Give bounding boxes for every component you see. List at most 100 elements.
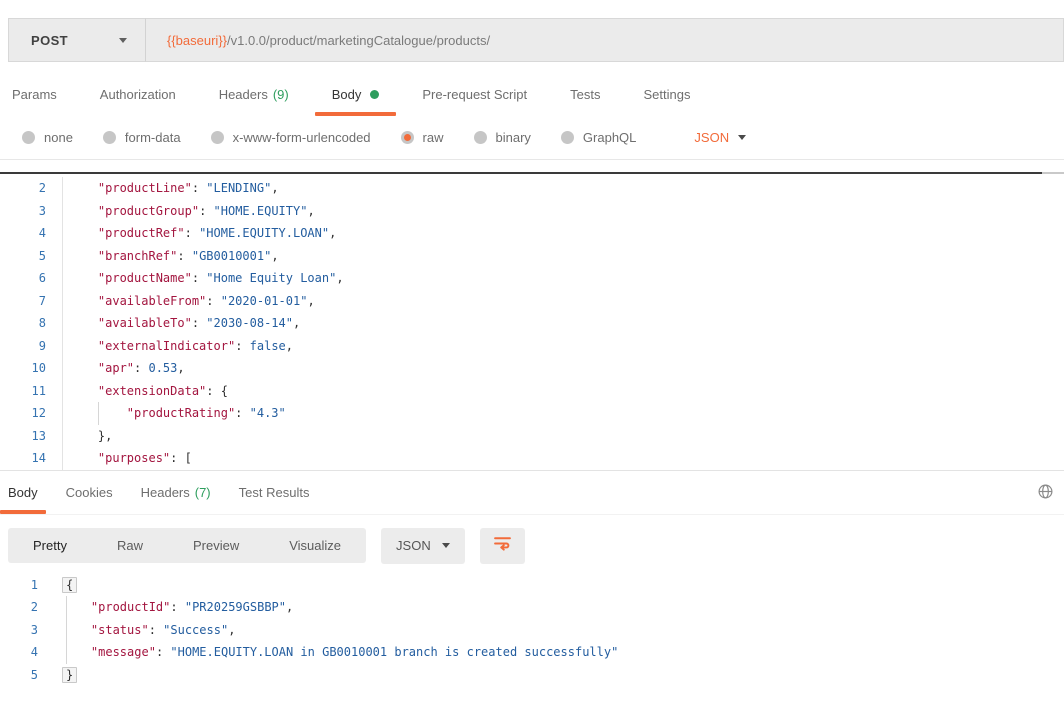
- indent-guide: [66, 641, 67, 664]
- tab-settings[interactable]: Settings: [643, 87, 690, 116]
- tab-pre-request-script[interactable]: Pre-request Script: [422, 87, 527, 116]
- token: :: [192, 316, 206, 330]
- indent-guide: [98, 402, 99, 425]
- response-language-label: JSON: [396, 538, 431, 553]
- token: "4.3": [250, 406, 286, 420]
- token: [69, 429, 98, 443]
- line-content: "purposes": [: [62, 447, 1064, 470]
- response-tab-test-results[interactable]: Test Results: [239, 471, 310, 514]
- chevron-down-icon: [442, 543, 450, 548]
- token: ,: [307, 204, 314, 218]
- request-json-code[interactable]: 2 "productLine": "LENDING",3 "productGro…: [0, 177, 1064, 470]
- token: "PR20259GSBBP": [185, 600, 286, 614]
- response-tab-cookies[interactable]: Cookies: [66, 471, 113, 514]
- tab-params[interactable]: Params: [12, 87, 57, 116]
- token: "availableFrom": [98, 294, 206, 308]
- tab-headers[interactable]: Headers(9): [219, 87, 289, 116]
- wrap-text-button[interactable]: [480, 528, 525, 564]
- line-number: 5: [0, 668, 38, 682]
- line-content: "productLine": "LENDING",: [62, 177, 1064, 200]
- body-mode-graphql[interactable]: GraphQL: [561, 130, 636, 145]
- tab-tests[interactable]: Tests: [570, 87, 600, 116]
- line-number: 6: [0, 271, 46, 285]
- line-number: 4: [0, 645, 38, 659]
- wrap-text-icon: [492, 533, 513, 559]
- code-line: 14 "purposes": [: [0, 447, 1064, 470]
- scrollbar-thumb[interactable]: [0, 172, 1042, 174]
- response-tab-headers[interactable]: Headers(7): [141, 471, 211, 514]
- line-number: 1: [0, 578, 38, 592]
- token: "productGroup": [98, 204, 199, 218]
- token: :: [134, 361, 148, 375]
- response-language-dropdown[interactable]: JSON: [381, 528, 465, 564]
- line-number: 8: [0, 316, 46, 330]
- response-view-tabs: PrettyRawPreviewVisualize: [8, 528, 366, 563]
- response-tab-body[interactable]: Body: [8, 471, 38, 514]
- token: ,: [307, 294, 314, 308]
- body-mode-binary[interactable]: binary: [474, 130, 531, 145]
- response-json-code[interactable]: 1{2 "productId": "PR20259GSBBP",3 "statu…: [0, 574, 1064, 687]
- line-content: "message": "HOME.EQUITY.LOAN in GB001000…: [38, 641, 1064, 664]
- radio-icon: [474, 131, 487, 144]
- line-number: 11: [0, 384, 46, 398]
- request-body-editor[interactable]: 2 "productLine": "LENDING",3 "productGro…: [0, 172, 1064, 470]
- url-path: /v1.0.0/product/marketingCatalogue/produ…: [227, 33, 490, 48]
- tab-label: Test Results: [239, 485, 310, 500]
- token: ,: [228, 623, 235, 637]
- line-content: "status": "Success",: [38, 619, 1064, 642]
- token: ,: [271, 181, 278, 195]
- line-content: "productGroup": "HOME.EQUITY",: [62, 200, 1064, 223]
- line-content: "productRef": "HOME.EQUITY.LOAN",: [62, 222, 1064, 245]
- tab-label: Authorization: [100, 87, 176, 102]
- code-line: 7 "availableFrom": "2020-01-01",: [0, 290, 1064, 313]
- request-url-bar: POST {{baseuri}}/v1.0.0/product/marketin…: [8, 18, 1064, 62]
- line-content: "availableFrom": "2020-01-01",: [62, 290, 1064, 313]
- body-mode-x-www-form-urlencoded[interactable]: x-www-form-urlencoded: [211, 130, 371, 145]
- token: :: [149, 623, 163, 637]
- token: "GB0010001": [192, 249, 271, 263]
- line-number: 10: [0, 361, 46, 375]
- token: [69, 204, 98, 218]
- body-mode-none[interactable]: none: [22, 130, 73, 145]
- horizontal-scrollbar[interactable]: [0, 172, 1064, 174]
- globe-icon[interactable]: [1037, 483, 1054, 505]
- token: [69, 339, 98, 353]
- line-number: 3: [0, 623, 38, 637]
- view-tab-preview[interactable]: Preview: [168, 528, 264, 563]
- token: ,: [336, 271, 343, 285]
- tab-authorization[interactable]: Authorization: [100, 87, 176, 116]
- token: ,: [329, 226, 336, 240]
- token: 0.53: [148, 361, 177, 375]
- token: false: [250, 339, 286, 353]
- token: "productRating": [127, 406, 235, 420]
- radio-icon: [22, 131, 35, 144]
- code-line: 3 "status": "Success",: [0, 619, 1064, 642]
- response-section: Body Cookies Headers(7) Test Results Pretty…: [0, 470, 1064, 687]
- fold-brace: }: [62, 667, 77, 683]
- tab-label: Pre-request Script: [422, 87, 527, 102]
- body-mode-form-data[interactable]: form-data: [103, 130, 181, 145]
- tab-count: (7): [195, 485, 211, 500]
- token: ,: [286, 339, 293, 353]
- method-label: POST: [31, 33, 68, 48]
- token: },: [98, 429, 112, 443]
- tab-label: Settings: [643, 87, 690, 102]
- view-tab-raw[interactable]: Raw: [92, 528, 168, 563]
- token: "branchRef": [98, 249, 177, 263]
- tab-label: Body: [332, 87, 362, 102]
- body-mode-raw[interactable]: raw: [401, 130, 444, 145]
- view-tab-pretty[interactable]: Pretty: [8, 528, 92, 563]
- url-input[interactable]: {{baseuri}}/v1.0.0/product/marketingCata…: [145, 18, 1064, 62]
- token: ,: [271, 249, 278, 263]
- language-dropdown[interactable]: JSON: [694, 130, 746, 145]
- chevron-down-icon: [119, 38, 127, 43]
- tab-body[interactable]: Body: [332, 87, 380, 116]
- line-content: },: [62, 425, 1064, 448]
- code-line: 8 "availableTo": "2030-08-14",: [0, 312, 1064, 335]
- view-tab-visualize[interactable]: Visualize: [264, 528, 366, 563]
- body-mode-label: x-www-form-urlencoded: [233, 130, 371, 145]
- token: :: [170, 600, 184, 614]
- token: :: [235, 339, 249, 353]
- method-dropdown[interactable]: POST: [8, 18, 145, 62]
- token: [69, 294, 98, 308]
